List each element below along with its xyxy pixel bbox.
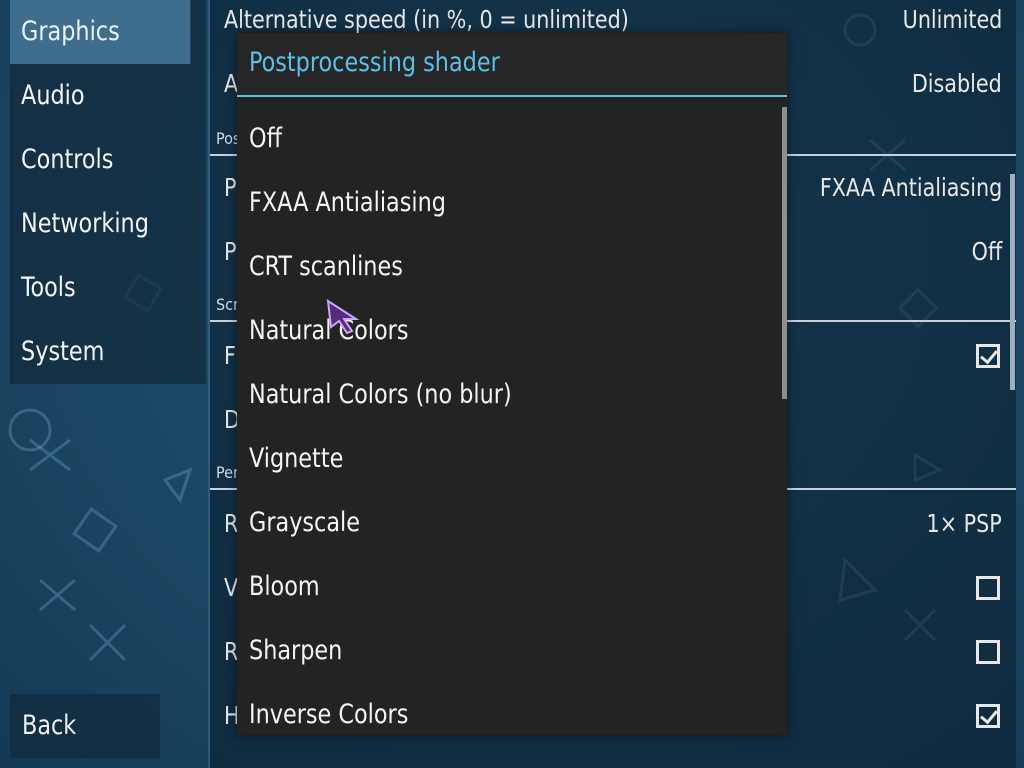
option-off[interactable]: Off [237,107,787,171]
tab-networking[interactable]: Networking [10,192,190,256]
checkbox-checked[interactable] [976,704,1000,728]
back-button-label: Back [22,710,77,741]
dialog-title: Postprocessing shader [249,47,500,78]
square-symbol [72,507,118,553]
circle-symbol [8,408,52,452]
shader-option-list: Off FXAA Antialiasing CRT scanlines Natu… [237,107,787,735]
tab-graphics[interactable]: Graphics [10,0,191,64]
option-label: Bloom [249,571,320,602]
option-label: FXAA Antialiasing [249,187,446,218]
triangle-symbol [162,467,193,504]
option-label: Natural Colors (no blur) [249,379,512,410]
settings-tab-list: Graphics Audio Controls Networking Tools… [10,0,206,384]
setting-label: F [224,341,236,370]
tab-audio[interactable]: Audio [10,64,190,128]
setting-value: Disabled [912,69,1002,98]
checkbox-checked[interactable] [976,344,1000,368]
option-label: CRT scanlines [249,251,403,282]
cross-symbol [88,623,127,662]
setting-value: 1× PSP [926,509,1002,538]
option-natural-colors[interactable]: Natural Colors [237,299,787,363]
setting-value: Off [971,237,1002,266]
option-label: Grayscale [249,507,361,538]
checkbox-unchecked[interactable] [976,576,1000,600]
tab-tools[interactable]: Tools [10,256,190,320]
setting-label: P [224,237,237,266]
section-header-label: Per [216,463,239,482]
back-button[interactable]: Back [10,694,160,758]
checkbox-unchecked[interactable] [976,640,1000,664]
section-header-label: Scr [216,295,239,314]
option-crt-scanlines[interactable]: CRT scanlines [237,235,787,299]
option-inverse-colors[interactable]: Inverse Colors [237,683,787,735]
mouse-cursor-icon [326,299,360,335]
cross-symbol [39,578,76,612]
dialog-title-bar: Postprocessing shader [237,33,787,97]
option-grayscale[interactable]: Grayscale [237,491,787,555]
option-label: Inverse Colors [249,699,409,730]
option-vignette[interactable]: Vignette [237,427,787,491]
option-label: Off [249,123,282,154]
cross-symbol [29,438,71,472]
option-bloom[interactable]: Bloom [237,555,787,619]
settings-scrollbar[interactable] [1010,174,1015,390]
setting-value: Unlimited [902,5,1002,34]
setting-label: P [224,173,237,202]
option-fxaa-antialiasing[interactable]: FXAA Antialiasing [237,171,787,235]
option-label: Vignette [249,443,344,474]
option-label: Sharpen [249,635,343,666]
tab-system[interactable]: System [10,320,190,384]
setting-value: FXAA Antialiasing [819,173,1002,202]
option-natural-colors-no-blur[interactable]: Natural Colors (no blur) [237,363,787,427]
postprocessing-shader-dialog: Postprocessing shader Off FXAA Antialias… [237,33,787,735]
tab-controls[interactable]: Controls [10,128,190,192]
option-sharpen[interactable]: Sharpen [237,619,787,683]
dialog-scrollbar[interactable] [782,107,787,399]
